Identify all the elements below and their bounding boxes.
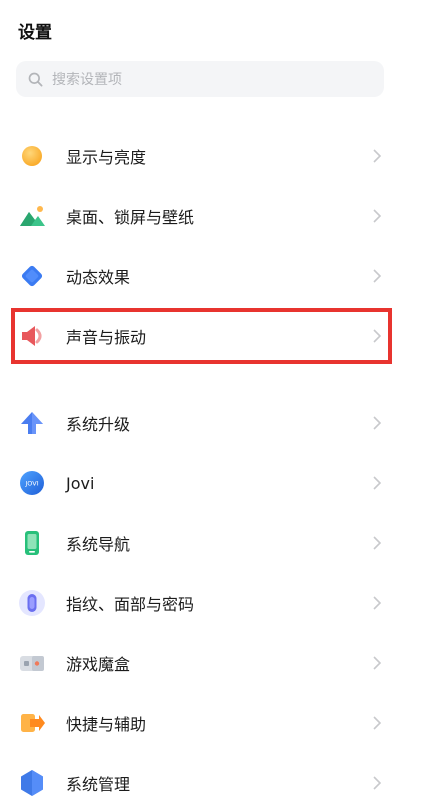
settings-item-dynamic-effects[interactable]: 动态效果 [0,248,420,304]
settings-item-game-box[interactable]: 游戏魔盒 [0,635,420,691]
sun-icon [17,141,47,171]
system-hexagon-icon [17,768,47,798]
diamond-icon [17,261,47,291]
settings-item-label: 系统导航 [66,535,131,554]
search-icon [28,72,43,87]
settings-item-system-navigation[interactable]: 系统导航 [0,515,420,571]
settings-item-wallpaper[interactable]: 桌面、锁屏与壁纸 [0,188,420,244]
jovi-badge-text: JOVI [24,480,38,488]
chevron-right-icon [372,475,382,491]
chevron-right-icon [372,268,382,284]
fingerprint-icon [17,588,47,618]
settings-item-system-management[interactable]: 系统管理 [0,755,420,811]
settings-item-fingerprint-face-password[interactable]: 指纹、面部与密码 [0,575,420,631]
settings-item-shortcuts-accessibility[interactable]: 快捷与辅助 [0,695,420,751]
settings-item-label: 系统升级 [66,415,131,434]
search-placeholder: 搜索设置项 [52,72,122,88]
settings-item-label: 声音与振动 [66,328,147,347]
phone-navigation-icon [17,528,47,558]
chevron-right-icon [372,775,382,791]
settings-item-system-upgrade[interactable]: 系统升级 [0,395,420,451]
chevron-right-icon [372,148,382,164]
settings-item-label: 指纹、面部与密码 [66,595,195,614]
settings-item-sound-vibration[interactable]: 声音与振动 [0,308,420,364]
chevron-right-icon [372,208,382,224]
page-title: 设置 [18,23,52,43]
chevron-right-icon [372,328,382,344]
wallpaper-mountain-icon [17,201,47,231]
jovi-icon: JOVI [17,468,47,498]
upgrade-arrow-icon [17,408,47,438]
game-box-icon [17,648,47,678]
settings-item-label: 游戏魔盒 [66,655,131,674]
settings-item-label: 动态效果 [66,268,131,287]
settings-item-jovi[interactable]: JOVI Jovi [0,455,420,511]
shortcut-icon [17,708,47,738]
search-input[interactable]: 搜索设置项 [16,61,384,97]
chevron-right-icon [372,595,382,611]
settings-item-label: 快捷与辅助 [66,715,147,734]
settings-item-label: 显示与亮度 [66,148,147,167]
settings-item-label: 桌面、锁屏与壁纸 [66,208,195,227]
chevron-right-icon [372,715,382,731]
speaker-icon [17,321,47,351]
settings-item-label: Jovi [66,473,95,493]
chevron-right-icon [372,655,382,671]
settings-item-display-brightness[interactable]: 显示与亮度 [0,128,420,184]
settings-item-label: 系统管理 [66,775,131,794]
chevron-right-icon [372,415,382,431]
chevron-right-icon [372,535,382,551]
